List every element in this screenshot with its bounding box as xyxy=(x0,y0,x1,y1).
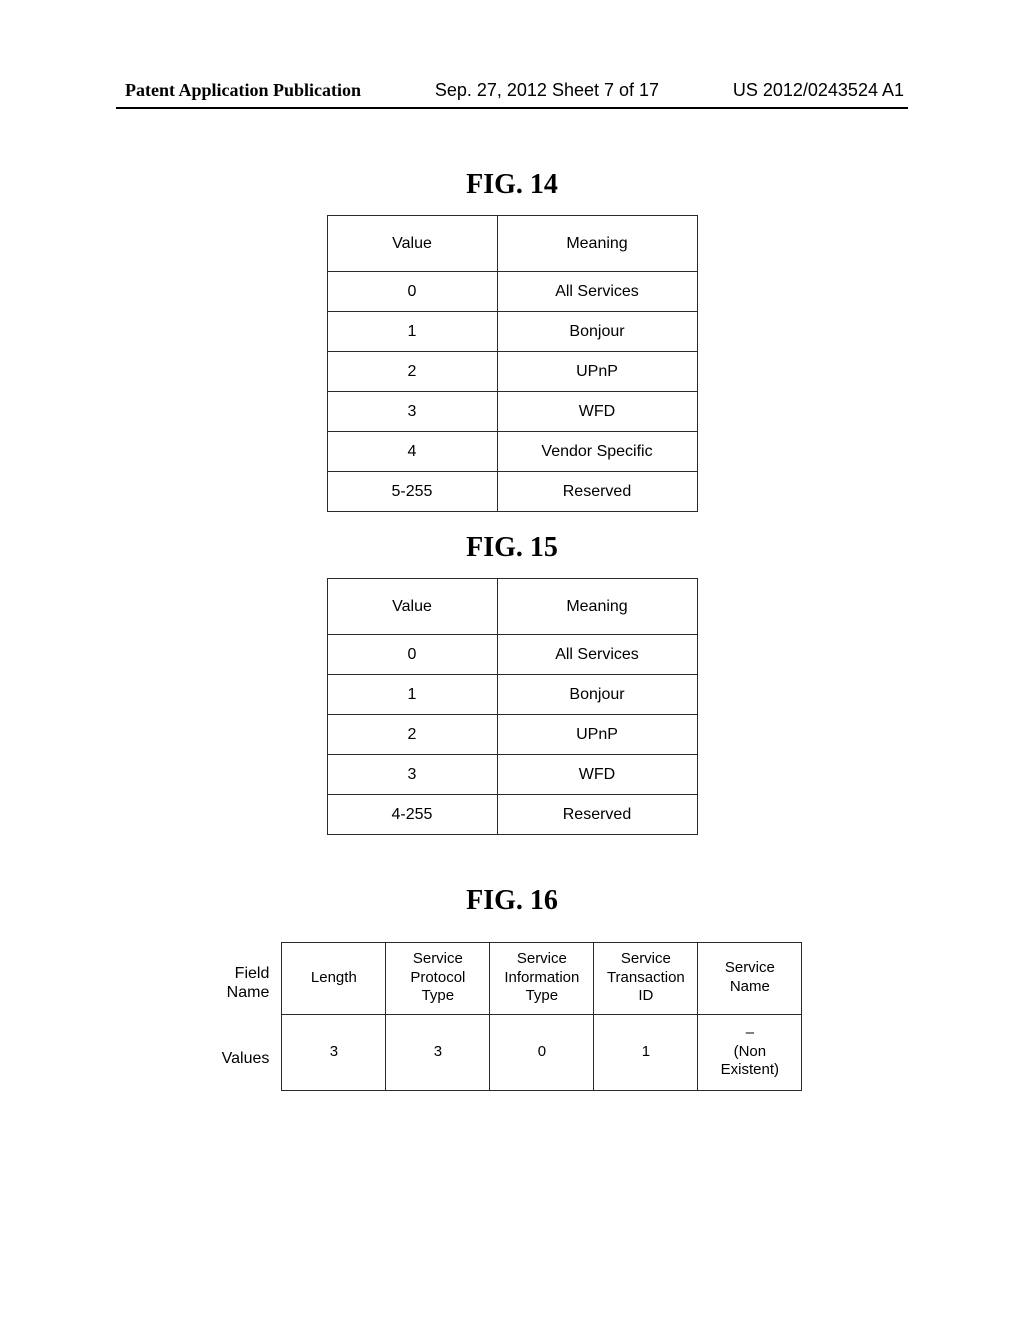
fig14-header-meaning: Meaning xyxy=(497,216,697,272)
fig14-header-value: Value xyxy=(327,216,497,272)
header-left: Patent Application Publication xyxy=(125,80,361,101)
table-row: 5-255 Reserved xyxy=(327,472,697,512)
table-row: 2 UPnP xyxy=(327,715,697,755)
fig16-field-label: FieldName xyxy=(222,964,270,1002)
table-row: 1 Bonjour xyxy=(327,312,697,352)
table-row: 3 WFD xyxy=(327,755,697,795)
fig-14-table: Value Meaning 0 All Services 1 Bonjour 2… xyxy=(327,215,698,512)
fig-16-table: Length ServiceProtocolType ServiceInform… xyxy=(281,942,802,1091)
table-row: 2 UPnP xyxy=(327,352,697,392)
fig-16-container: FieldName Values Length ServiceProtocolT… xyxy=(60,941,964,1091)
fig-15-table: Value Meaning 0 All Services 1 Bonjour 2… xyxy=(327,578,698,835)
fig-15-title: FIG. 15 xyxy=(60,532,964,564)
page-header: Patent Application Publication Sep. 27, … xyxy=(60,80,964,101)
table-row: 4 Vendor Specific xyxy=(327,432,697,472)
table-row: 0 All Services xyxy=(327,272,697,312)
fig-14-title: FIG. 14 xyxy=(60,169,964,201)
header-divider xyxy=(116,107,908,109)
table-row: 4-255 Reserved xyxy=(327,795,697,835)
fig15-header-value: Value xyxy=(327,579,497,635)
table-row: 0 All Services xyxy=(327,635,697,675)
fig16-row-labels: FieldName Values xyxy=(222,941,270,1091)
fig16-values-row: 3 3 0 1 –(NonExistent) xyxy=(282,1014,802,1090)
fig16-values-label: Values xyxy=(222,1049,270,1068)
table-row: 1 Bonjour xyxy=(327,675,697,715)
table-row: 3 WFD xyxy=(327,392,697,432)
fig16-field-row: Length ServiceProtocolType ServiceInform… xyxy=(282,942,802,1014)
header-center: Sep. 27, 2012 Sheet 7 of 17 xyxy=(435,80,659,101)
header-right: US 2012/0243524 A1 xyxy=(733,80,904,101)
fig-16-title: FIG. 16 xyxy=(60,885,964,917)
fig15-header-meaning: Meaning xyxy=(497,579,697,635)
